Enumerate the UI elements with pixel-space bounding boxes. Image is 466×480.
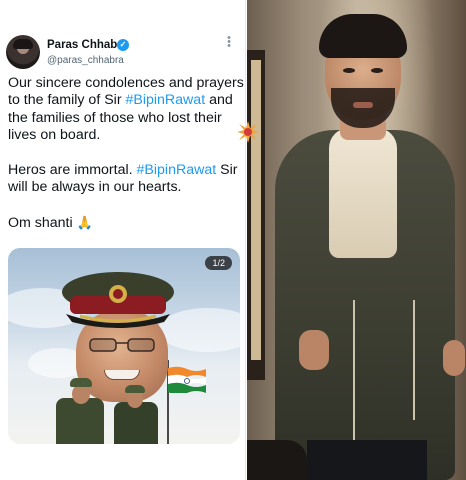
tweet-paragraph-3: Om shanti 🙏 xyxy=(8,214,244,232)
lips xyxy=(353,102,373,108)
avatar-hair xyxy=(13,39,33,49)
military-cap xyxy=(62,272,174,328)
media-counter: 1/2 xyxy=(205,256,232,270)
tweet-card: Paras Chhabra ✓ @paras_chhabra • • • Our s… xyxy=(0,0,246,480)
tweet-text-segment: Om shanti xyxy=(8,215,73,232)
more-options-icon[interactable]: • • • xyxy=(226,33,232,52)
verified-badge-icon: ✓ xyxy=(117,39,129,51)
hand xyxy=(443,340,465,376)
jacket-drawstring xyxy=(353,300,355,450)
pants xyxy=(307,440,427,480)
soldier-figure xyxy=(56,398,104,444)
soldier-cap xyxy=(125,385,145,393)
sweater xyxy=(329,128,397,258)
flag-image xyxy=(168,366,206,393)
soldier-head xyxy=(72,384,90,404)
folded-hands-icon: 🙏 xyxy=(76,215,93,231)
soldier-figure xyxy=(114,402,158,444)
hand xyxy=(299,330,329,370)
author-name[interactable]: Paras Chhabra xyxy=(47,39,128,51)
eye xyxy=(371,68,383,73)
tweet-paragraph-1: Our sincere condolences and prayers to t… xyxy=(8,75,244,145)
picture-frame-inner xyxy=(251,60,261,360)
smile-shape xyxy=(104,370,140,380)
author-handle[interactable]: @paras_chhabra xyxy=(47,55,124,66)
avatar[interactable] xyxy=(6,35,40,69)
eye xyxy=(343,68,355,73)
lamp-object xyxy=(247,440,307,480)
portrait-photo xyxy=(247,0,466,480)
tweet-paragraph-2: Heros are immortal. #BipinRawat Sir will… xyxy=(8,162,244,197)
hashtag-link[interactable]: #BipinRawat xyxy=(137,162,217,178)
jacket-drawstring xyxy=(413,300,415,420)
hair xyxy=(319,14,407,58)
soldier-cap xyxy=(70,378,92,387)
tweet-media-image[interactable]: 1/2 xyxy=(8,248,240,444)
glasses-shape xyxy=(89,338,155,352)
tweet-text-segment: Heros are immortal. xyxy=(8,162,137,179)
tweet-text: Our sincere condolences and prayers to t… xyxy=(8,75,244,250)
burst-icon xyxy=(237,121,259,143)
hashtag-link[interactable]: #BipinRawat xyxy=(125,92,205,108)
